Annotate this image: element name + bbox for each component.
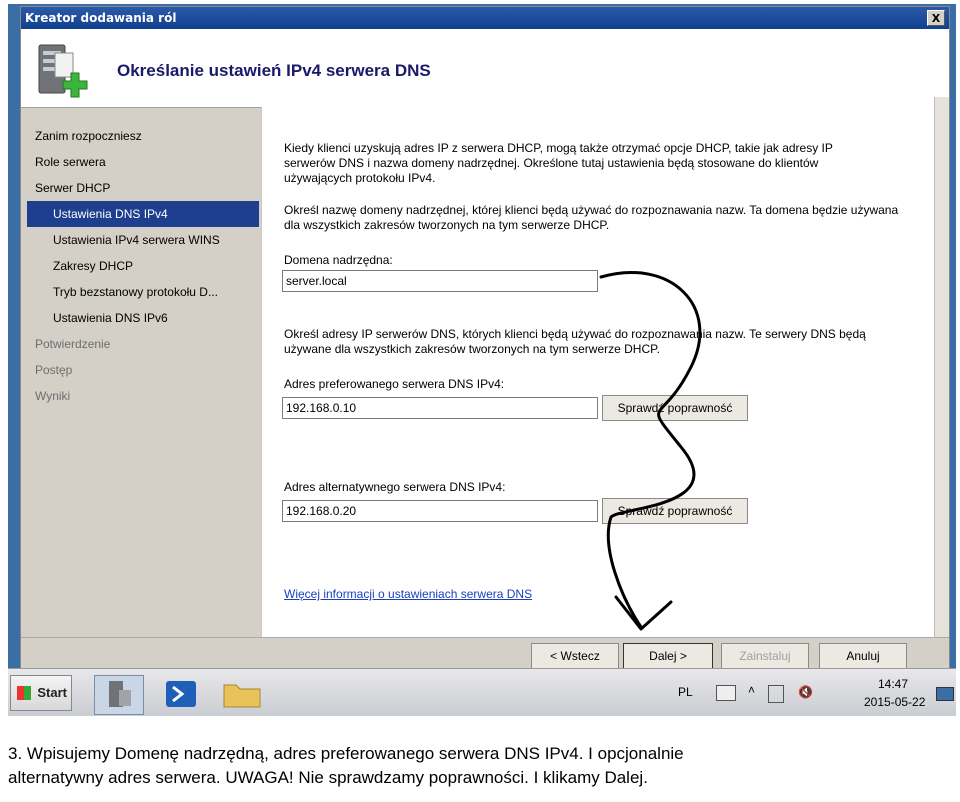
powershell-icon: [166, 681, 196, 707]
action-center-icon[interactable]: [768, 685, 784, 703]
alternate-dns-label: Adres alternatywnego serwera DNS IPv4:: [284, 480, 506, 494]
caption-line-1: 3. Wpisujemy Domenę nadrzędną, adres pre…: [8, 744, 684, 763]
system-tray: PL ˄ 🔇 14:47 2015-05-22: [668, 675, 956, 713]
folder-icon: [223, 684, 261, 708]
sidebar-item-confirmation: Potwierdzenie: [35, 337, 111, 351]
wizard-header: Określanie ustawień IPv4 serwera DNS: [21, 29, 949, 108]
volume-muted-icon[interactable]: 🔇: [798, 685, 814, 701]
alternate-dns-input[interactable]: 192.168.0.20: [282, 500, 598, 522]
sidebar-item-dhcp-scopes[interactable]: Zakresy DHCP: [27, 253, 259, 279]
vertical-scrollbar[interactable]: [934, 97, 949, 637]
hand-drawn-arrow: [599, 271, 702, 631]
wizard-button-bar: < Wstecz Dalej > Zainstaluj Anuluj: [21, 637, 949, 670]
start-button[interactable]: Start: [10, 675, 72, 711]
caption-line-2: alternatywny adres serwera. UWAGA! Nie s…: [8, 768, 648, 787]
powershell-taskbar-button[interactable]: [158, 675, 206, 713]
start-label: Start: [37, 685, 67, 700]
show-desktop-icon[interactable]: [936, 687, 954, 701]
sidebar-item-server-roles[interactable]: Role serwera: [27, 149, 259, 175]
desktop-screen: Kreator dodawania ról X Określanie ustaw…: [8, 4, 956, 716]
page-title: Określanie ustawień IPv4 serwera DNS: [117, 61, 431, 80]
windows-logo-icon: [17, 686, 31, 700]
wizard-steps-sidebar: Zanim rozpoczniesz Role serwera Serwer D…: [27, 123, 259, 409]
server-add-icon: [38, 44, 88, 98]
intro-text: Kiedy klienci uzyskują adres IP z serwer…: [284, 141, 833, 185]
sidebar-item-wins-ipv4[interactable]: Ustawienia IPv4 serwera WINS: [27, 227, 259, 253]
more-info-link[interactable]: Więcej informacji o ustawieniach serwera…: [284, 587, 532, 601]
preferred-dns-label: Adres preferowanego serwera DNS IPv4:: [284, 377, 505, 391]
sidebar-item-results: Wyniki: [35, 389, 71, 403]
sidebar-item-before-you-begin[interactable]: Zanim rozpoczniesz: [27, 123, 259, 149]
explorer-taskbar-button[interactable]: [218, 675, 266, 713]
sidebar-item-dhcp-server[interactable]: Serwer DHCP: [27, 175, 259, 201]
wizard-window: Kreator dodawania ról X Określanie ustaw…: [20, 6, 950, 670]
domain-label: Domena nadrzędna:: [284, 253, 393, 267]
domain-intro-text: Określ nazwę domeny nadrzędnej, której k…: [284, 203, 899, 232]
domain-input[interactable]: server.local: [282, 270, 598, 292]
instruction-caption: 3. Wpisujemy Domenę nadrzędną, adres pre…: [8, 742, 952, 790]
sidebar-item-stateless-mode[interactable]: Tryb bezstanowy protokołu D...: [27, 279, 259, 305]
window-title: Kreator dodawania ról: [25, 11, 177, 25]
close-button[interactable]: X: [927, 10, 945, 26]
sidebar-item-progress: Postęp: [35, 363, 73, 377]
sidebar-item-dns-ipv6[interactable]: Ustawienia DNS IPv6: [27, 305, 259, 331]
language-indicator[interactable]: PL: [678, 685, 693, 699]
window-titlebar[interactable]: Kreator dodawania ról X: [21, 7, 949, 29]
clock-date[interactable]: 2015-05-22: [864, 695, 925, 709]
preferred-dns-input[interactable]: 192.168.0.10: [282, 397, 598, 419]
cancel-button[interactable]: Anuluj: [819, 643, 907, 669]
taskbar: Start PL ˄ 🔇 14:47 2015-05-22: [8, 668, 956, 716]
server-manager-icon: [109, 681, 131, 707]
sidebar-item-dns-ipv4[interactable]: Ustawienia DNS IPv4: [27, 201, 259, 227]
clock-time[interactable]: 14:47: [878, 677, 908, 691]
server-manager-taskbar-button[interactable]: [94, 675, 144, 715]
keyboard-icon[interactable]: [716, 685, 736, 701]
chevron-up-icon[interactable]: ˄: [748, 683, 755, 697]
